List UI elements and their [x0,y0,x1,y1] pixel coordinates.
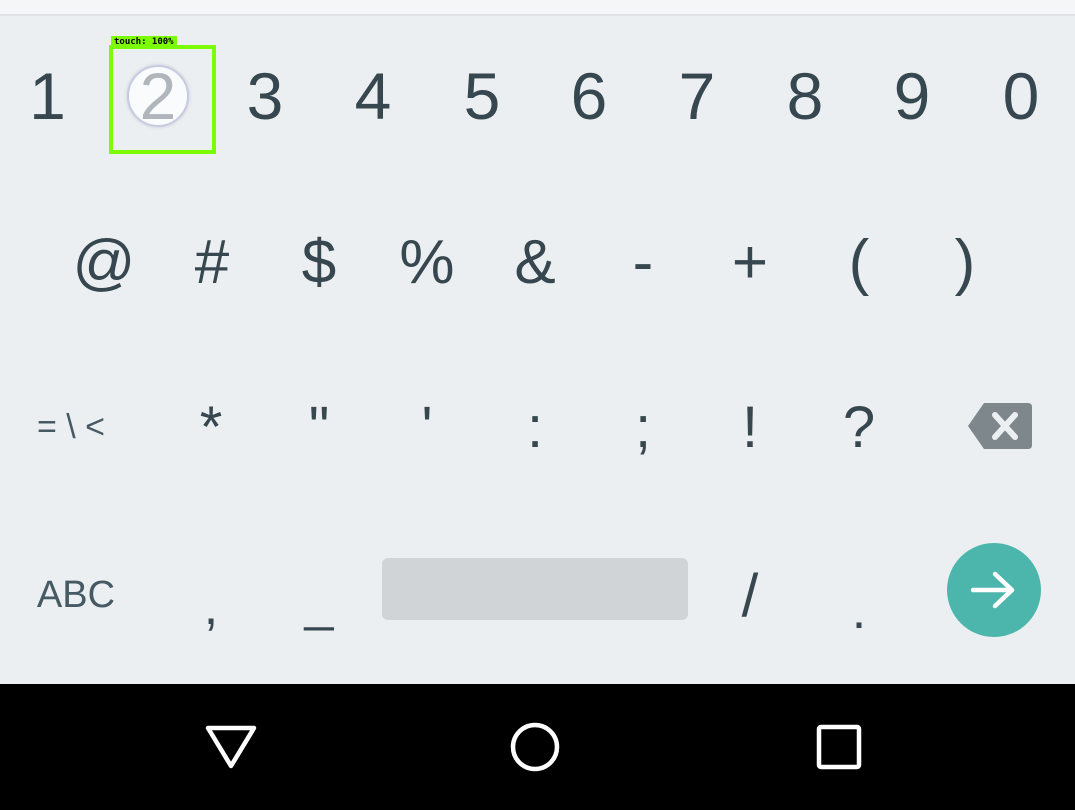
key-double-quote[interactable]: " [266,372,372,482]
key-6[interactable]: 6 [536,40,642,152]
key-slash[interactable]: / [696,540,804,650]
key-label: " [308,394,330,460]
key-semicolon[interactable]: ; [590,372,696,482]
backspace-icon [968,403,1032,449]
key-label: ( [848,227,870,297]
key-label: ? [842,394,876,460]
more-symbols-key[interactable]: = \ < [0,372,142,482]
key-dollar[interactable]: $ [266,206,372,318]
key-label: 6 [570,59,608,133]
key-label: ; [634,394,652,460]
key-label: 5 [463,59,501,133]
key-8[interactable]: 8 [752,40,858,152]
back-triangle-icon [205,725,257,769]
key-label: 7 [678,59,716,133]
key-label: : [526,394,544,460]
key-open-paren[interactable]: ( [806,206,912,318]
key-label: * [199,394,223,460]
key-label: 8 [786,59,824,133]
key-label: - [632,227,654,297]
key-3[interactable]: 3 [212,40,318,152]
key-label: % [399,227,455,297]
key-5[interactable]: 5 [428,40,536,152]
key-label: 1 [29,59,66,133]
key-9[interactable]: 9 [858,40,966,152]
key-comma[interactable]: , [158,552,264,662]
key-7[interactable]: 7 [644,40,750,152]
key-hash[interactable]: # [158,206,266,318]
key-label: 4 [354,59,392,133]
key-question[interactable]: ? [806,372,912,482]
key-label: 3 [246,59,284,133]
key-underscore[interactable]: _ [266,548,372,658]
key-4[interactable]: 4 [320,40,426,152]
key-label: 2 [139,59,177,133]
key-minus[interactable]: - [590,206,696,318]
key-label: _ [304,574,334,632]
key-label: @ [72,227,136,297]
key-plus[interactable]: + [696,206,804,318]
key-label: . [851,582,867,640]
key-0[interactable]: 0 [968,40,1074,152]
key-asterisk[interactable]: * [158,372,264,482]
key-label: & [514,227,556,297]
symbol-keyboard: 1 2 3 4 5 6 7 8 9 0 @ # $ % & - + ( ) = … [0,0,1075,684]
key-label: $ [301,227,337,297]
key-label: = \ < [36,407,106,446]
recents-button[interactable] [779,684,899,810]
key-percent[interactable]: % [374,206,480,318]
key-at[interactable]: @ [50,206,158,318]
key-single-quote[interactable]: ' [374,372,480,482]
recents-square-icon [816,724,862,770]
enter-button[interactable] [947,543,1041,637]
screen: 1 2 3 4 5 6 7 8 9 0 @ # $ % & - + ( ) = … [0,0,1075,810]
key-ampersand[interactable]: & [482,206,588,318]
key-label: / [741,561,759,629]
key-label: ' [421,394,433,460]
key-close-paren[interactable]: ) [912,206,1018,318]
key-exclamation[interactable]: ! [696,372,804,482]
key-label: ABC [36,573,116,616]
key-label: # [194,227,230,297]
key-colon[interactable]: : [482,372,588,482]
key-label: 9 [893,59,931,133]
abc-key[interactable]: ABC [10,540,142,650]
key-label: ) [954,227,976,297]
navigation-bar [0,684,1075,810]
key-period[interactable]: . [806,556,912,666]
key-1[interactable]: 1 [0,40,95,152]
home-circle-icon [510,722,560,772]
arrow-right-icon [971,571,1015,609]
space-bar[interactable] [382,558,688,620]
key-2[interactable]: 2 [104,40,212,152]
key-label: + [731,227,769,297]
keyboard-top-edge [0,0,1075,16]
key-label: 0 [1002,59,1040,133]
home-button[interactable] [475,684,595,810]
backspace-key[interactable] [960,398,1040,454]
key-label: ! [741,394,759,460]
key-label: , [203,578,219,636]
back-button[interactable] [171,684,291,810]
